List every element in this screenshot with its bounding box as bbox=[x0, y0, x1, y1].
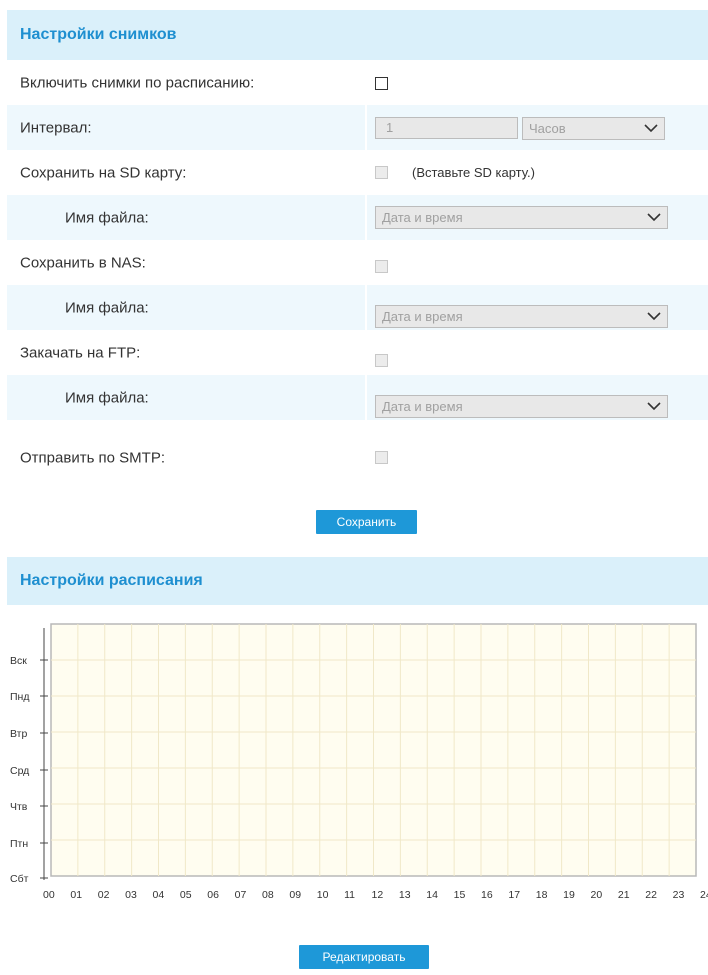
save-button[interactable]: Сохранить bbox=[316, 510, 417, 534]
chevron-down-icon bbox=[647, 213, 661, 222]
row-separator bbox=[365, 150, 367, 195]
ftp-checkbox[interactable] bbox=[375, 354, 388, 367]
hour-label-18: 18 bbox=[536, 889, 548, 901]
row-separator bbox=[365, 105, 367, 150]
ftp-filename-value: Дата и время bbox=[382, 399, 463, 414]
ftp-filename-select[interactable]: Дата и время bbox=[375, 395, 668, 418]
ftp-filename-row: Имя файла: Дата и время bbox=[7, 375, 708, 420]
hour-label-06: 06 bbox=[207, 889, 219, 901]
nas-filename-label: Имя файла: bbox=[65, 299, 149, 316]
enable-schedule-checkbox[interactable] bbox=[375, 77, 388, 90]
save-sd-label: Сохранить на SD карту: bbox=[20, 164, 187, 181]
ftp-filename-label: Имя файла: bbox=[65, 389, 149, 406]
hour-label-08: 08 bbox=[262, 889, 274, 901]
day-label-5: Птн bbox=[10, 838, 28, 850]
row-separator bbox=[365, 435, 367, 480]
ftp-row: Закачать на FTP: bbox=[7, 330, 708, 375]
schedule-grid[interactable]: Вск Пнд Втр Срд Чтв Птн Сбт 00 01 02 03 04 05 06 07 08 0… bbox=[0, 610, 708, 920]
hour-label-16: 16 bbox=[481, 889, 493, 901]
chevron-down-icon bbox=[647, 312, 661, 321]
snapshot-settings-header: Настройки снимков bbox=[7, 10, 708, 60]
day-label-4: Чтв bbox=[10, 801, 28, 813]
hour-label-02: 02 bbox=[98, 889, 110, 901]
enable-schedule-row: Включить снимки по расписанию: bbox=[7, 60, 708, 105]
nas-filename-select[interactable]: Дата и время bbox=[375, 305, 668, 328]
interval-value: 1 bbox=[386, 120, 394, 135]
chevron-down-icon bbox=[644, 124, 658, 133]
row-separator bbox=[365, 195, 367, 240]
hour-label-23: 23 bbox=[673, 889, 685, 901]
hour-label-05: 05 bbox=[180, 889, 192, 901]
save-sd-checkbox[interactable] bbox=[375, 166, 388, 179]
save-nas-checkbox[interactable] bbox=[375, 260, 388, 273]
interval-label: Интервал: bbox=[20, 119, 92, 136]
sd-filename-row: Имя файла: Дата и время bbox=[7, 195, 708, 240]
day-label-2: Втр bbox=[10, 728, 27, 740]
hour-label-00: 00 bbox=[43, 889, 55, 901]
hour-label-12: 12 bbox=[372, 889, 384, 901]
sd-hint: (Вставьте SD карту.) bbox=[412, 165, 535, 180]
row-separator bbox=[365, 240, 367, 285]
chevron-down-icon bbox=[647, 402, 661, 411]
hour-label-21: 21 bbox=[618, 889, 630, 901]
day-label-0: Вск bbox=[10, 655, 27, 667]
enable-schedule-label: Включить снимки по расписанию: bbox=[20, 74, 255, 91]
hour-label-11: 11 bbox=[344, 889, 355, 901]
smtp-checkbox[interactable] bbox=[375, 451, 388, 464]
day-label-1: Пнд bbox=[10, 691, 29, 703]
snapshot-settings-title: Настройки снимков bbox=[20, 26, 177, 43]
hour-label-19: 19 bbox=[563, 889, 575, 901]
hour-label-07: 07 bbox=[235, 889, 247, 901]
save-sd-row: Сохранить на SD карту: (Вставьте SD карт… bbox=[7, 150, 708, 195]
sd-filename-select[interactable]: Дата и время bbox=[375, 206, 668, 229]
save-nas-label: Сохранить в NAS: bbox=[20, 254, 146, 271]
edit-button[interactable]: Редактировать bbox=[299, 945, 429, 969]
hour-label-24: 24 bbox=[700, 889, 708, 901]
nas-filename-row: Имя файла: Дата и время bbox=[7, 285, 708, 330]
interval-row: Интервал: 1 Часов bbox=[7, 105, 708, 150]
hour-label-13: 13 bbox=[399, 889, 411, 901]
ftp-label: Закачать на FTP: bbox=[20, 344, 141, 361]
smtp-row: Отправить по SMTP: bbox=[7, 435, 708, 480]
schedule-settings-title: Настройки расписания bbox=[20, 572, 203, 589]
hour-label-17: 17 bbox=[508, 889, 520, 901]
day-label-6: Сбт bbox=[10, 873, 29, 885]
save-nas-row: Сохранить в NAS: bbox=[7, 240, 708, 285]
interval-unit-value: Часов bbox=[529, 121, 566, 136]
hour-label-14: 14 bbox=[426, 889, 438, 901]
hour-label-10: 10 bbox=[317, 889, 329, 901]
interval-input[interactable]: 1 bbox=[375, 117, 518, 139]
interval-unit-select[interactable]: Часов bbox=[522, 117, 665, 140]
sd-filename-label: Имя файла: bbox=[65, 209, 149, 226]
hour-label-04: 04 bbox=[153, 889, 165, 901]
day-label-3: Срд bbox=[10, 765, 29, 777]
hour-label-01: 01 bbox=[70, 889, 82, 901]
hour-label-20: 20 bbox=[591, 889, 603, 901]
row-separator bbox=[365, 330, 367, 375]
sd-filename-value: Дата и время bbox=[382, 210, 463, 225]
smtp-label: Отправить по SMTP: bbox=[20, 449, 166, 466]
hour-label-09: 09 bbox=[289, 889, 301, 901]
schedule-settings-header: Настройки расписания bbox=[7, 557, 708, 605]
hour-label-03: 03 bbox=[125, 889, 137, 901]
row-separator bbox=[365, 375, 367, 420]
row-separator bbox=[365, 285, 367, 330]
hour-label-15: 15 bbox=[454, 889, 466, 901]
row-separator bbox=[365, 60, 367, 105]
hour-label-22: 22 bbox=[645, 889, 657, 901]
nas-filename-value: Дата и время bbox=[382, 309, 463, 324]
